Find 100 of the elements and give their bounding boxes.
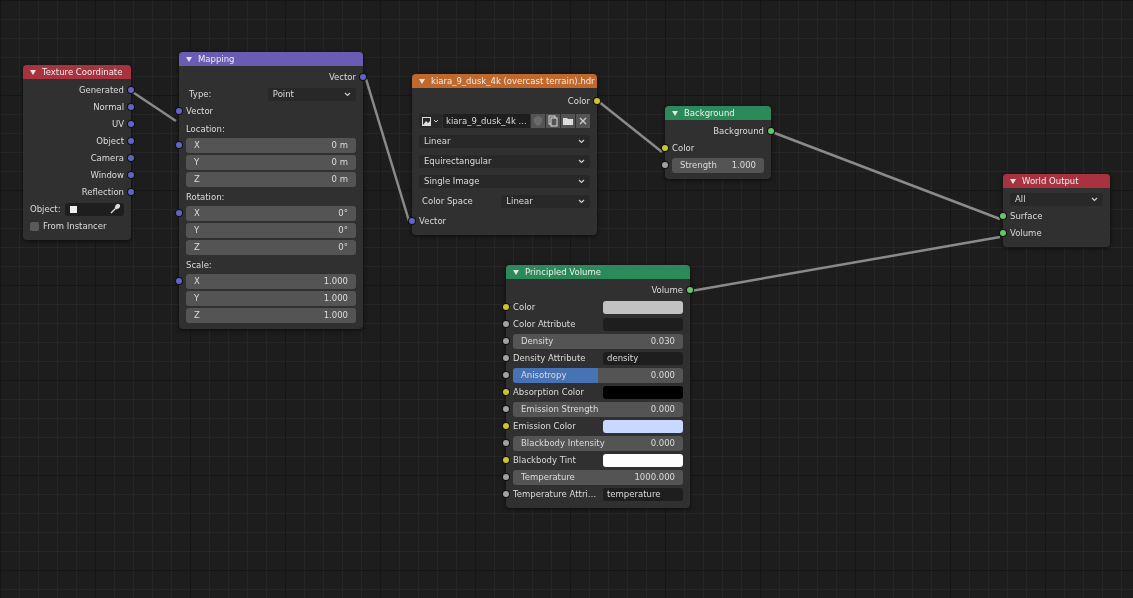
input-socket[interactable] <box>503 389 509 395</box>
input-socket[interactable] <box>1000 213 1006 219</box>
dropdown[interactable]: Linear <box>419 134 590 148</box>
number-field[interactable]: Z 0 m <box>186 171 356 187</box>
number-field[interactable]: Z 1.000 <box>186 307 356 323</box>
collapse-icon[interactable] <box>419 78 425 84</box>
color-swatch[interactable] <box>603 300 683 314</box>
output-socket[interactable] <box>768 128 774 134</box>
number-field[interactable]: Y 1.000 <box>186 290 356 306</box>
node-header[interactable]: World Output <box>1003 174 1110 188</box>
node-panel[interactable] <box>506 265 690 508</box>
input-socket[interactable] <box>503 440 509 446</box>
image-type-button[interactable] <box>419 114 442 128</box>
input-socket[interactable] <box>503 474 509 480</box>
input-socket[interactable] <box>1000 230 1006 236</box>
input-socket[interactable] <box>176 210 182 216</box>
output-socket[interactable] <box>687 287 693 293</box>
close-icon[interactable] <box>576 114 590 128</box>
number-field[interactable]: X 1.000 <box>186 273 356 289</box>
input-socket[interactable] <box>503 304 509 310</box>
number-field[interactable]: Temperature 1000.000 <box>513 469 683 485</box>
input-socket[interactable] <box>662 162 668 168</box>
dropdown[interactable]: Point <box>267 87 356 101</box>
socket-label: Surface <box>1010 211 1043 221</box>
field-label: Color Space <box>421 196 474 206</box>
collapse-icon[interactable] <box>513 269 519 275</box>
field-label: Type: <box>188 89 213 99</box>
text-field[interactable]: density <box>603 351 683 365</box>
node-title: Mapping <box>198 54 235 64</box>
node-header[interactable]: Texture Coordinate <box>23 65 131 79</box>
socket-label: Volume <box>651 285 683 295</box>
node-title: Texture Coordinate <box>42 67 123 77</box>
eyedropper-icon[interactable] <box>110 204 120 214</box>
number-field[interactable]: Strength 1.000 <box>672 157 764 173</box>
number-field[interactable]: Emission Strength 0.000 <box>513 401 683 417</box>
collapse-icon[interactable] <box>1010 178 1016 184</box>
input-socket[interactable] <box>503 406 509 412</box>
node-panel[interactable]: kiara_9_dusk_4k (overcast terrain).hdr Color kiara_9_dusk_4k ... Linear Equirectangular Single Image Color Space Linear Vector <box>412 74 597 235</box>
dropdown[interactable]: Equirectangular <box>419 154 590 168</box>
caret-icon <box>433 119 439 123</box>
node-panel[interactable]: Mapping Vector Type: Point Vector Location: X 0 m Y 0 m Z 0 m Rotation: X 0° Y 0° Z 0° Scale: X 1.000 Y 1.000 Z 1.000 <box>179 52 363 329</box>
object-field[interactable] <box>64 202 124 216</box>
checkbox[interactable] <box>30 221 39 231</box>
node-title: Background <box>684 108 735 118</box>
node-header[interactable]: Principled Volume <box>506 265 690 279</box>
dropdown[interactable]: Linear <box>501 194 590 208</box>
color-swatch[interactable] <box>603 453 683 467</box>
number-field[interactable]: X 0 m <box>186 137 356 153</box>
text-field[interactable]: temperature <box>603 487 683 501</box>
checkbox-label: From Instancer <box>43 221 107 231</box>
caret-icon <box>344 91 351 97</box>
field-label: Emission Color <box>513 421 577 431</box>
node-title: Principled Volume <box>525 267 601 277</box>
node-header[interactable]: kiara_9_dusk_4k (overcast terrain).hdr <box>412 74 597 88</box>
node-panel[interactable]: World Output All Surface Volume <box>1003 174 1110 247</box>
dropdown[interactable]: All <box>1010 192 1103 206</box>
input-socket[interactable] <box>662 145 668 151</box>
collapse-icon[interactable] <box>30 69 36 75</box>
collapse-icon[interactable] <box>186 56 192 62</box>
number-field[interactable]: Z 0° <box>186 239 356 255</box>
input-socket[interactable] <box>503 423 509 429</box>
input-socket[interactable] <box>503 457 509 463</box>
node-link <box>597 100 663 153</box>
input-socket[interactable] <box>503 355 509 361</box>
number-field[interactable]: Y 0 m <box>186 154 356 170</box>
input-socket[interactable] <box>503 372 509 378</box>
number-field[interactable]: Density 0.030 <box>513 333 683 349</box>
group-label: Location: <box>186 123 225 134</box>
node-header[interactable]: Mapping <box>179 52 363 66</box>
copy-icon[interactable] <box>546 114 560 128</box>
input-socket[interactable] <box>503 338 509 344</box>
field-label: Temperature Attri… <box>513 489 598 499</box>
image-name-field[interactable]: kiara_9_dusk_4k ... <box>443 114 530 128</box>
node-panel[interactable]: Background Background Color Strength 1.000 <box>665 106 771 179</box>
input-socket[interactable] <box>503 321 509 327</box>
input-socket[interactable] <box>176 278 182 284</box>
socket-label: Generated <box>78 85 124 95</box>
input-socket[interactable] <box>176 108 182 114</box>
input-socket[interactable] <box>503 491 509 497</box>
color-swatch[interactable] <box>603 419 683 433</box>
caret-icon <box>578 198 585 204</box>
caret-icon <box>578 178 585 184</box>
socket-label: UV <box>111 119 124 129</box>
output-socket[interactable] <box>594 98 600 104</box>
node-panel[interactable]: Texture Coordinate Generated Normal UV Object Camera Window Reflection Object: From Instancer <box>23 65 131 240</box>
input-socket[interactable] <box>176 142 182 148</box>
node-header[interactable]: Background <box>665 106 771 120</box>
collapse-icon[interactable] <box>672 110 678 116</box>
field-label: Color <box>513 302 537 312</box>
dropdown[interactable]: Single Image <box>419 174 590 188</box>
field-label: Absorption Color <box>513 387 585 397</box>
number-field[interactable]: Blackbody Intensity 0.000 <box>513 435 683 451</box>
number-field[interactable]: X 0° <box>186 205 356 221</box>
socket-label: Reflection <box>81 187 124 197</box>
number-field[interactable]: Y 0° <box>186 222 356 238</box>
color-swatch[interactable] <box>603 385 683 399</box>
socket-label: Volume <box>1010 228 1042 238</box>
number-field[interactable]: Anisotropy 0.000 <box>513 367 683 383</box>
folder-icon[interactable] <box>561 114 575 128</box>
input-socket[interactable] <box>409 218 415 224</box>
